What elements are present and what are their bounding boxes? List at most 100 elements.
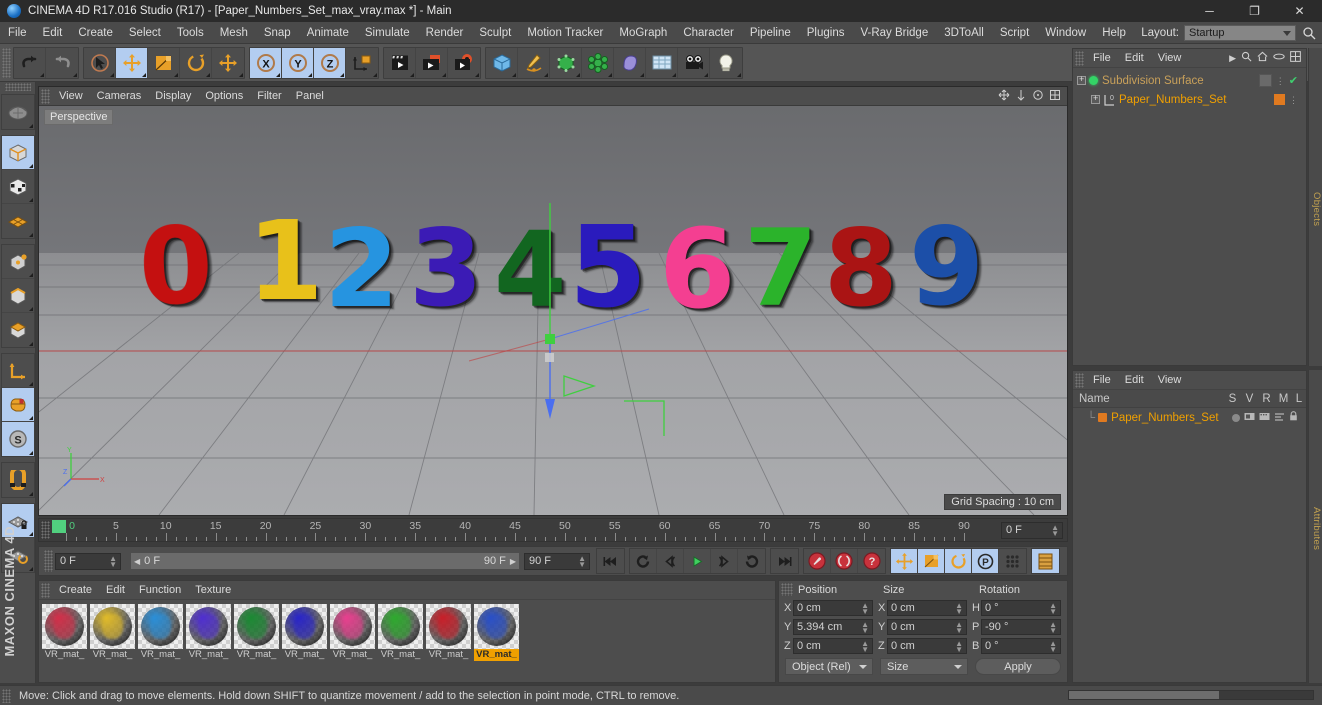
polygon-mode-icon[interactable] <box>2 313 34 347</box>
home-icon[interactable] <box>1257 51 1268 65</box>
viewport-menu-view[interactable]: View <box>52 87 90 106</box>
expand-toggle-icon[interactable] <box>1091 93 1100 104</box>
number-object-0[interactable]: 0 <box>137 204 215 329</box>
right-tab-strip-lower[interactable]: Attributes <box>1308 370 1322 683</box>
timeline-ruler[interactable]: 0 5 10 15 20 25 30 35 40 45 50 55 60 65 70 75 80 85 90 <box>52 519 995 541</box>
material-menu-texture[interactable]: Texture <box>188 581 238 600</box>
render-view-icon[interactable] <box>384 47 416 78</box>
environment-floor-icon[interactable] <box>646 47 678 78</box>
loop-button[interactable] <box>738 549 765 573</box>
material-manager-grip[interactable] <box>41 582 50 598</box>
menu-plugins[interactable]: Plugins <box>799 22 853 44</box>
search-icon[interactable] <box>1241 51 1252 65</box>
camera-icon[interactable] <box>678 47 710 78</box>
number-object-2[interactable]: 2 <box>324 216 399 324</box>
position-field-x[interactable]: 0 cm ▲ ▼ <box>793 599 873 616</box>
status-bar-grip[interactable] <box>2 688 11 703</box>
apply-button[interactable]: Apply <box>975 658 1061 675</box>
zoom-view-icon[interactable] <box>1015 89 1027 104</box>
minimize-button[interactable]: ─ <box>1187 0 1232 22</box>
transport-grip[interactable] <box>44 550 53 572</box>
menu-animate[interactable]: Animate <box>299 22 357 44</box>
record-active-objects-button[interactable] <box>804 549 831 573</box>
range-right-arrow-icon[interactable]: ▶ <box>510 557 516 566</box>
object-row-0[interactable]: Subdivision Surface⋮✔ <box>1073 71 1306 90</box>
go-to-end-button[interactable] <box>771 549 798 573</box>
enable-snap-icon[interactable]: S <box>1 422 34 456</box>
lock-toggle-icon[interactable] <box>1289 411 1298 424</box>
position-key-button[interactable] <box>891 549 918 573</box>
range-left-arrow-icon[interactable]: ◀ <box>134 557 140 566</box>
menu-v-ray-bridge[interactable]: V-Ray Bridge <box>852 22 936 44</box>
material-thumbnail[interactable] <box>282 604 327 649</box>
viewport-menu-display[interactable]: Display <box>148 87 198 106</box>
search-icon[interactable] <box>1302 26 1316 43</box>
material-item-0[interactable]: VR_mat_ <box>42 604 87 661</box>
z-axis-icon[interactable]: Z <box>314 47 346 78</box>
keyframe-selection-button[interactable]: ? <box>858 549 885 573</box>
material-tag-icon[interactable] <box>1274 94 1285 105</box>
spinner-icon[interactable]: ▲ ▼ <box>955 620 963 634</box>
move-axis-gizmo[interactable] <box>469 191 729 451</box>
move-duplicate-icon[interactable] <box>212 48 244 78</box>
rotation-field-h[interactable]: 0 ° ▲ ▼ <box>981 599 1061 616</box>
spinner-icon[interactable]: ▲ ▼ <box>955 601 963 615</box>
rotate-view-icon[interactable] <box>1032 89 1044 104</box>
viewport-grip[interactable] <box>41 88 50 104</box>
material-thumbnail[interactable] <box>42 604 87 649</box>
viewport-menu-filter[interactable]: Filter <box>250 87 288 106</box>
preview-range-slider[interactable]: ◀ 0 F 90 F ▶ <box>130 552 520 570</box>
menu-edit[interactable]: Edit <box>35 22 71 44</box>
object-manager-menu-edit[interactable]: Edit <box>1118 49 1151 68</box>
material-thumbnail[interactable] <box>90 604 135 649</box>
nurbs-generator-icon[interactable] <box>550 47 582 78</box>
material-item-1[interactable]: VR_mat_ <box>90 604 135 661</box>
rotate-icon[interactable] <box>180 47 212 78</box>
object-manager-menu-view[interactable]: View <box>1151 49 1189 68</box>
viewport-3d-canvas[interactable]: 0123456789 Perspective Grid Spacing : 10… <box>39 106 1067 515</box>
left-toolbar-grip[interactable] <box>4 83 31 91</box>
coordinate-mode-dropdown[interactable]: Object (Rel) <box>785 658 873 675</box>
close-button[interactable]: ✕ <box>1277 0 1322 22</box>
magnet-icon[interactable] <box>2 463 34 497</box>
spinner-icon[interactable]: ▲ ▼ <box>955 639 963 653</box>
x-axis-icon[interactable]: X <box>250 47 282 78</box>
point-mode-icon[interactable] <box>1 245 34 279</box>
play-backwards-button[interactable] <box>630 549 657 573</box>
timeline-playhead[interactable] <box>52 520 66 533</box>
rotation-key-button[interactable] <box>945 549 972 573</box>
manager-toggle-icon[interactable] <box>1274 412 1285 424</box>
layer-color-swatch[interactable] <box>1098 413 1108 422</box>
material-thumbnail[interactable] <box>426 604 471 649</box>
material-thumbnail[interactable] <box>138 604 183 649</box>
timeline-start-field[interactable]: 0 F ▲ ▼ <box>55 552 121 570</box>
move-icon[interactable] <box>116 47 148 78</box>
spinner-icon[interactable]: ▲ ▼ <box>109 554 117 568</box>
object-row-1[interactable]: 0 Paper_Numbers_Set ⋮ <box>1073 90 1306 109</box>
toolbar-grip[interactable] <box>2 47 11 78</box>
material-thumbnail[interactable] <box>474 604 519 649</box>
world-object-axis-icon[interactable] <box>346 48 378 78</box>
menu-simulate[interactable]: Simulate <box>357 22 418 44</box>
live-selection-icon[interactable] <box>84 47 116 78</box>
light-icon[interactable] <box>710 48 742 78</box>
y-axis-icon[interactable]: Y <box>282 47 314 78</box>
menu-sculpt[interactable]: Sculpt <box>471 22 519 44</box>
material-item-4[interactable]: VR_mat_ <box>234 604 279 661</box>
size-field-x[interactable]: 0 cm ▲ ▼ <box>887 599 967 616</box>
material-item-8[interactable]: VR_mat_ <box>426 604 471 661</box>
menu-file[interactable]: File <box>0 22 35 44</box>
render-region-icon[interactable] <box>416 47 448 78</box>
coordinates-grip[interactable] <box>781 583 793 596</box>
menu-tools[interactable]: Tools <box>169 22 212 44</box>
maximize-view-icon[interactable] <box>1049 89 1061 104</box>
cube-primitive-icon[interactable] <box>486 47 518 78</box>
material-menu-function[interactable]: Function <box>132 581 188 600</box>
material-thumbnail[interactable] <box>186 604 231 649</box>
spinner-icon[interactable]: ▲ ▼ <box>1051 523 1059 537</box>
spinner-icon[interactable]: ▲ ▼ <box>1049 601 1057 615</box>
number-object-7[interactable]: 7 <box>744 216 818 322</box>
object-manager-grip[interactable] <box>1075 50 1084 66</box>
expand-arrow-icon[interactable]: ▶ <box>1229 53 1236 64</box>
viewport-solo-icon[interactable] <box>1 388 34 422</box>
